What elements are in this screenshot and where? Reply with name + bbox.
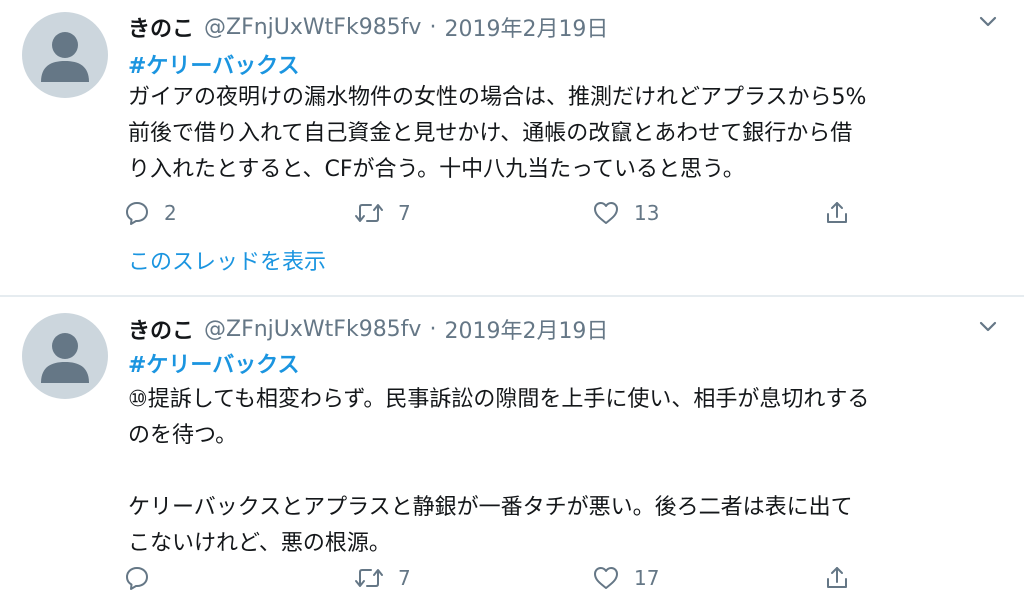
like-button[interactable]: 13 — [592, 196, 659, 230]
tweet-text-line: こないけれど、悪の根源。 — [128, 531, 391, 556]
separator-dot: · — [429, 14, 437, 40]
tweet-header: きのこ @ZFnjUxWtFk985fv · 2019年2月19日 — [128, 312, 608, 346]
reply-button[interactable] — [124, 561, 164, 595]
display-name[interactable]: きのこ — [128, 11, 194, 43]
hashtag-link[interactable]: #ケリーバックス — [128, 347, 300, 379]
default-avatar-icon — [41, 32, 89, 82]
retweet-count: 7 — [398, 201, 411, 225]
tweet-text-blank-line — [128, 454, 998, 490]
tweet[interactable]: きのこ @ZFnjUxWtFk985fv · 2019年2月19日 #ケリーバッ… — [0, 0, 1024, 296]
tweet-text-line: ⑩提訴しても相変わらず。民事訴訟の隙間を上手に使い、相手が息切れする — [128, 387, 870, 412]
reply-count: 2 — [164, 201, 177, 225]
show-thread-link[interactable]: このスレッドを表示 — [128, 244, 326, 276]
user-handle[interactable]: @ZFnjUxWtFk985fv — [204, 15, 421, 40]
tweet-text: ガイアの夜明けの漏水物件の女性の場合は、推測だけれどアプラスから5% 前後で借り… — [128, 80, 998, 188]
share-button[interactable] — [824, 196, 850, 230]
reply-icon — [126, 567, 148, 590]
tweet-text-line: り入れたとすると、CFが合う。十中八九当たっていると思う。 — [128, 157, 745, 182]
retweet-icon — [355, 204, 383, 222]
chevron-down-icon[interactable] — [974, 313, 1002, 341]
tweet-date[interactable]: 2019年2月19日 — [444, 313, 608, 345]
action-bar: 7 17 — [124, 561, 864, 595]
share-icon — [827, 567, 847, 588]
reply-button[interactable]: 2 — [124, 196, 177, 230]
retweet-icon — [355, 569, 383, 587]
like-count: 17 — [634, 566, 660, 590]
tweet-text: ⑩提訴しても相変わらず。民事訴訟の隙間を上手に使い、相手が息切れする のを待つ。… — [128, 382, 998, 562]
share-icon — [827, 202, 847, 223]
reply-icon — [126, 202, 148, 225]
user-handle[interactable]: @ZFnjUxWtFk985fv — [204, 317, 421, 342]
avatar[interactable] — [22, 313, 108, 399]
action-bar: 2 7 13 — [124, 196, 864, 230]
display-name[interactable]: きのこ — [128, 313, 194, 345]
heart-icon — [594, 567, 618, 589]
retweet-count: 7 — [398, 566, 411, 590]
retweet-button[interactable]: 7 — [354, 196, 411, 230]
tweet-text-line: のを待つ。 — [128, 423, 238, 448]
retweet-button[interactable]: 7 — [354, 561, 411, 595]
separator-dot: · — [429, 316, 437, 342]
heart-icon — [594, 202, 618, 224]
tweet-text-line: ガイアの夜明けの漏水物件の女性の場合は、推測だけれどアプラスから5% — [128, 85, 867, 110]
tweet-header: きのこ @ZFnjUxWtFk985fv · 2019年2月19日 — [128, 10, 608, 44]
tweet-text-line: ケリーバックスとアプラスと静銀が一番タチが悪い。後ろ二者は表に出て — [128, 495, 853, 520]
hashtag-link[interactable]: #ケリーバックス — [128, 48, 300, 80]
tweet-text-line: 前後で借り入れて自己資金と見せかけ、通帳の改竄とあわせて銀行から借 — [128, 121, 853, 146]
share-button[interactable] — [824, 561, 850, 595]
default-avatar-icon — [41, 333, 89, 383]
tweet[interactable]: きのこ @ZFnjUxWtFk985fv · 2019年2月19日 #ケリーバッ… — [0, 297, 1024, 616]
like-count: 13 — [634, 201, 660, 225]
chevron-down-icon[interactable] — [974, 8, 1002, 36]
tweet-date[interactable]: 2019年2月19日 — [444, 11, 608, 43]
like-button[interactable]: 17 — [592, 561, 659, 595]
avatar[interactable] — [22, 12, 108, 98]
